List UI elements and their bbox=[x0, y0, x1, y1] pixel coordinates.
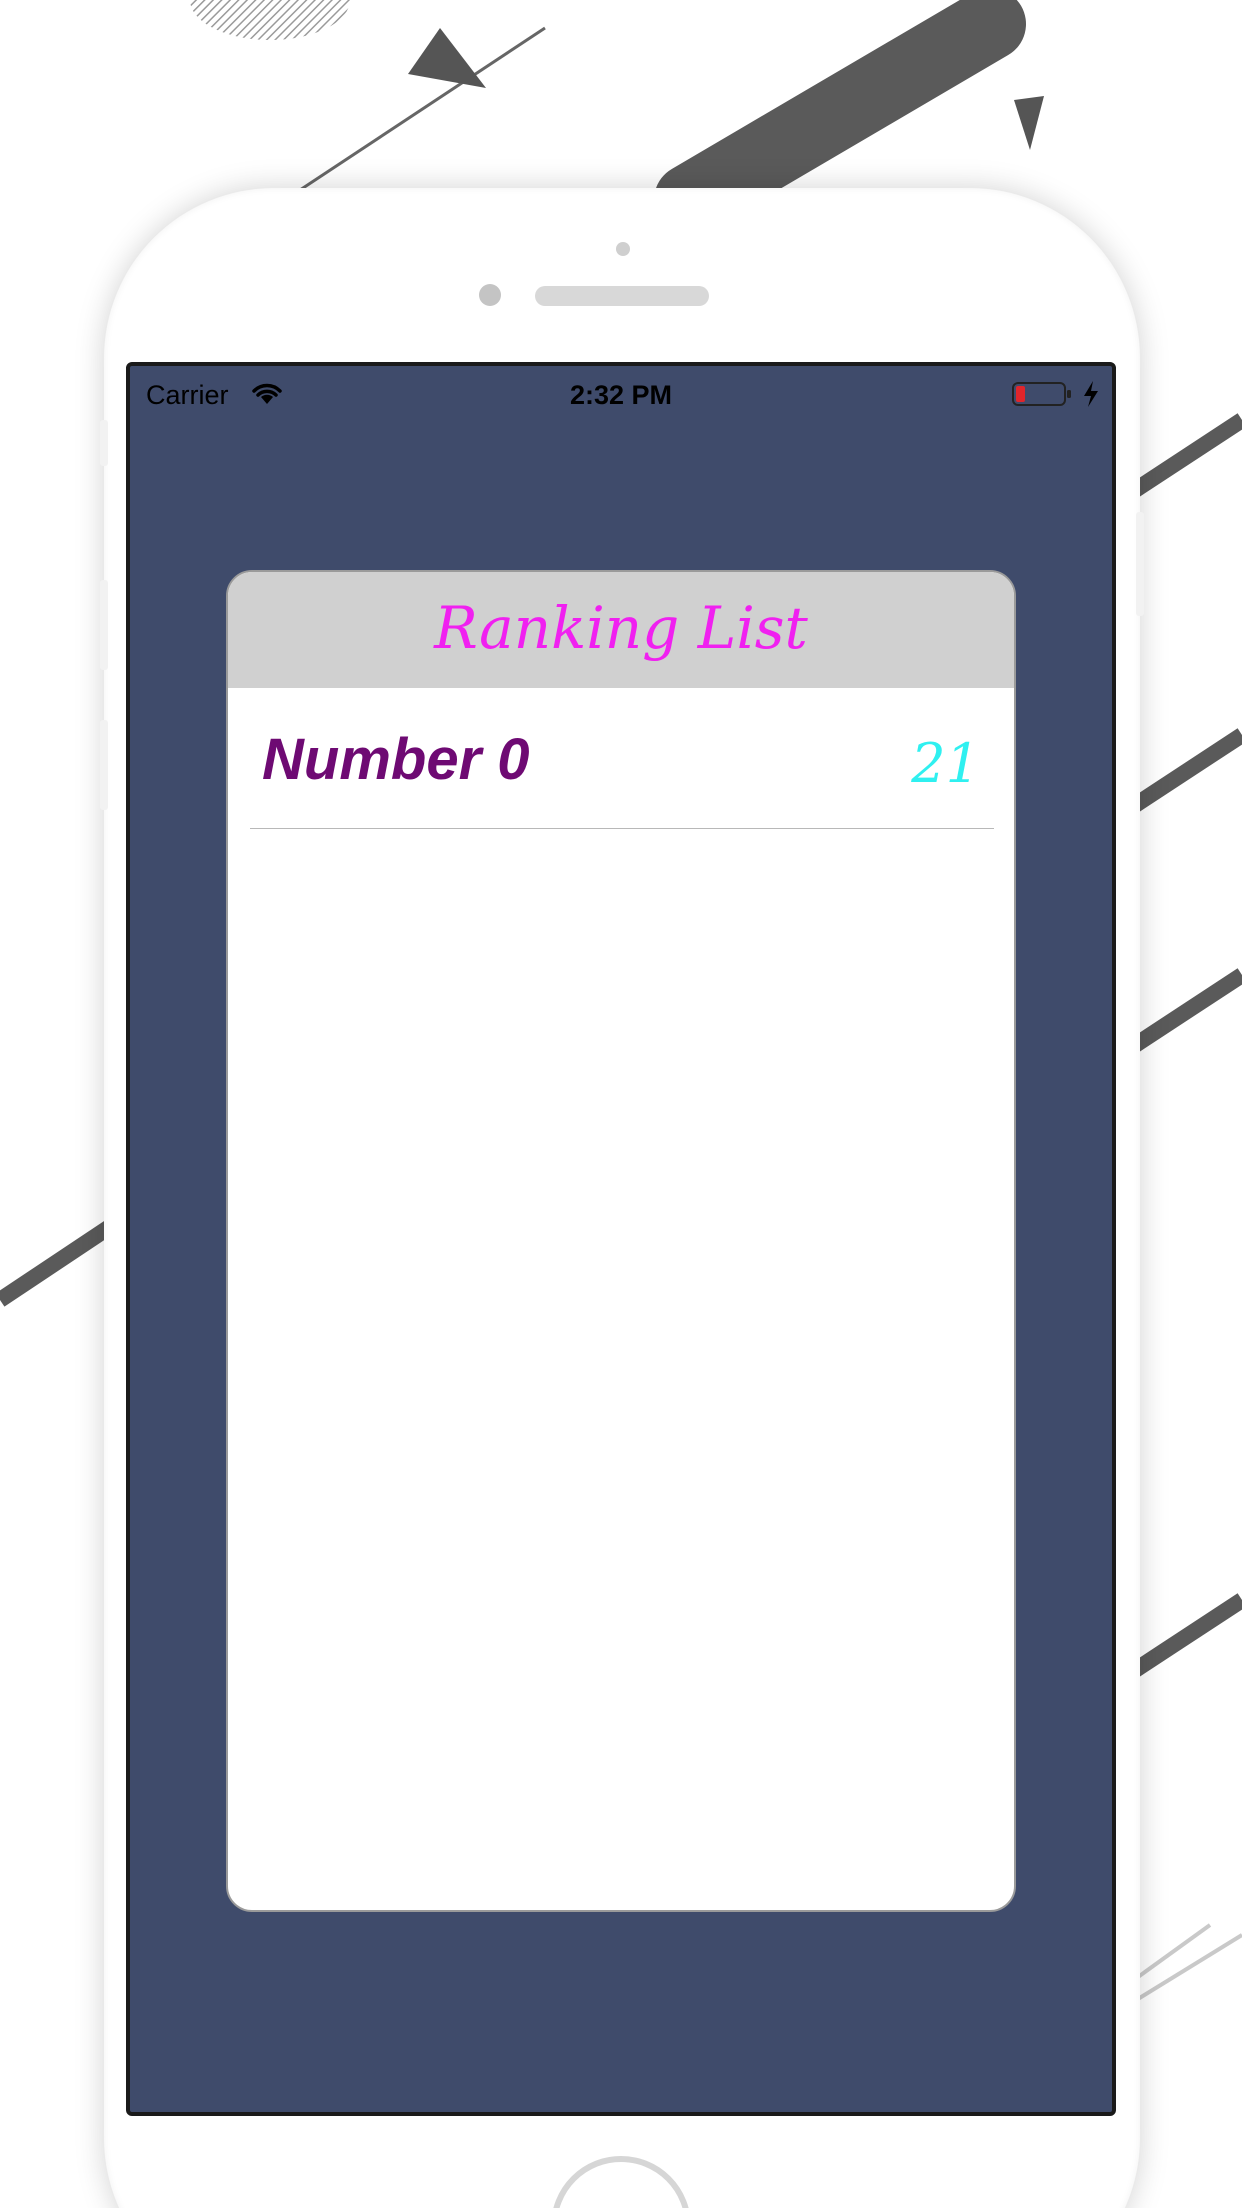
status-time: 2:32 PM bbox=[569, 380, 673, 410]
status-bar: Carrier 2:32 PM bbox=[130, 366, 1112, 426]
thick-diagonal-bar bbox=[654, 0, 1026, 236]
ranking-list-card: Ranking List Number 0 21 bbox=[226, 570, 1016, 1912]
hatched-blob-shape bbox=[190, 0, 350, 40]
volume-up-button bbox=[100, 580, 108, 670]
proximity-sensor bbox=[616, 242, 630, 256]
ranking-row-name: Number 0 bbox=[262, 727, 530, 792]
small-triangle-shape bbox=[1014, 96, 1044, 150]
battery-icon bbox=[1012, 382, 1071, 406]
charging-bolt-icon bbox=[1084, 381, 1098, 407]
left-diagonal-bar bbox=[0, 1213, 125, 1307]
thin-diagonal-line bbox=[299, 26, 546, 192]
power-button bbox=[1136, 512, 1144, 616]
ranking-list-title: Ranking List bbox=[434, 594, 808, 662]
ranking-row[interactable]: Number 0 21 bbox=[250, 688, 994, 829]
ranking-list-header: Ranking List bbox=[228, 572, 1014, 688]
ranking-row-score: 21 bbox=[911, 732, 980, 795]
arrow-triangle-shape bbox=[408, 28, 486, 88]
app-screen: Carrier 2:32 PM Ranking List Number 0 21 bbox=[126, 362, 1116, 2116]
volume-down-button bbox=[100, 720, 108, 810]
earpiece-speaker bbox=[535, 286, 709, 306]
front-camera bbox=[479, 284, 501, 306]
silent-switch bbox=[100, 420, 108, 466]
device-mockup-stage: Carrier 2:32 PM Ranking List Number 0 21 bbox=[0, 0, 1242, 2208]
